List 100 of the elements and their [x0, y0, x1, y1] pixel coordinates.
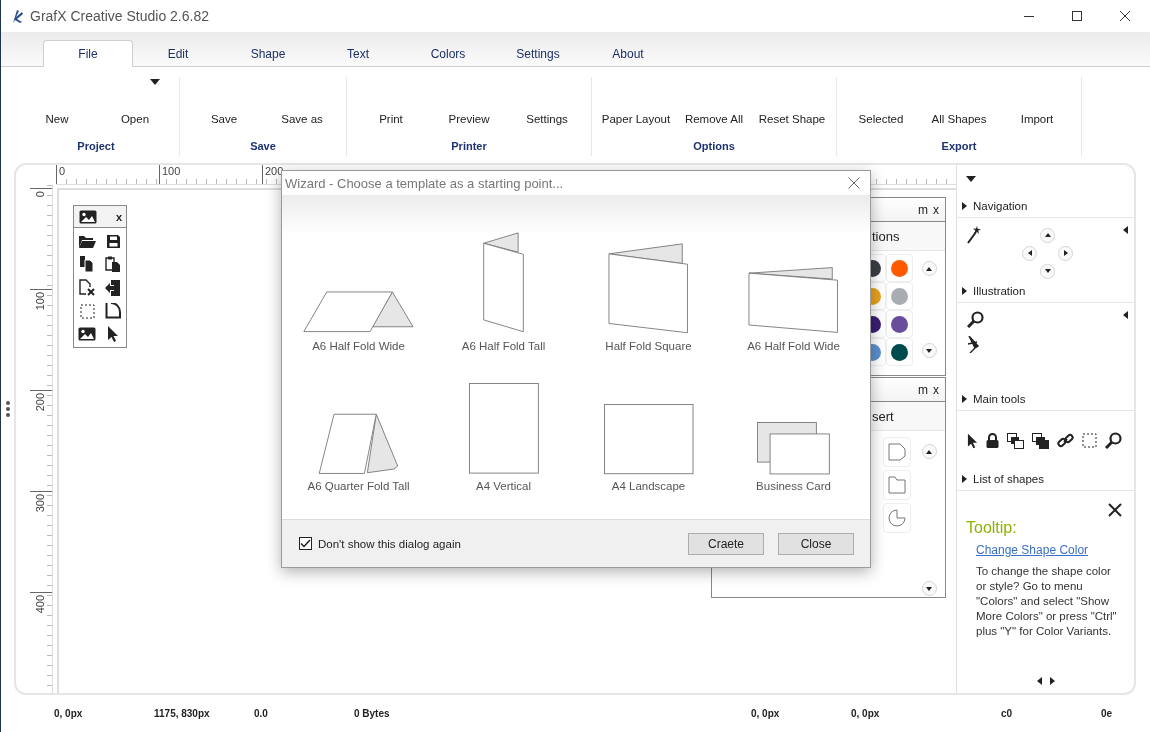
grip-icon[interactable] [5, 401, 10, 417]
template-option[interactable]: A6 Half Fold Wide [286, 217, 431, 357]
expand-arrow-icon[interactable] [962, 475, 967, 483]
pan-left-button[interactable] [1022, 245, 1037, 261]
template-option[interactable]: A6 Half Fold Wide [721, 217, 866, 357]
menu-tab[interactable]: Settings [493, 40, 583, 67]
left-arrow-icon [1027, 250, 1032, 256]
menu-tab[interactable]: Edit [133, 40, 223, 67]
send-to-back-icon[interactable] [1032, 432, 1049, 449]
template-option[interactable]: Half Fold Square [576, 217, 721, 357]
maximize-icon[interactable] [1071, 10, 1083, 22]
import-icon[interactable] [105, 279, 121, 296]
cursor-icon[interactable] [967, 432, 978, 449]
close-icon[interactable] [1119, 10, 1131, 22]
menu-tab[interactable]: Colors [403, 40, 493, 67]
panel-button[interactable]: m [918, 198, 928, 221]
ribbon-button[interactable]: Preview [430, 77, 508, 133]
section-title[interactable]: Illustration [973, 285, 1026, 297]
ribbon-button[interactable]: Reset Shape [753, 77, 831, 133]
ribbon-button[interactable]: Paper Layout [597, 77, 675, 133]
collapse-arrow-icon[interactable] [1123, 226, 1128, 234]
shape-button[interactable] [883, 503, 911, 533]
dashed-square-icon[interactable] [79, 303, 95, 319]
menu-tab[interactable]: About [583, 40, 673, 67]
ribbon-button[interactable]: All Shapes [920, 77, 998, 133]
expand-arrow-icon[interactable] [962, 202, 967, 210]
template-option[interactable]: A4 Landscape [576, 357, 721, 497]
template-option[interactable]: A6 Half Fold Tall [431, 217, 576, 357]
template-option[interactable]: A4 Vertical [431, 357, 576, 497]
panel-button[interactable]: x [933, 378, 939, 401]
image-icon[interactable] [79, 209, 97, 224]
menu-tab[interactable]: File [43, 40, 133, 67]
color-swatch[interactable] [886, 338, 913, 366]
panel-button[interactable]: x [115, 210, 122, 223]
section-title[interactable]: Navigation [973, 200, 1028, 212]
group-label: Export [941, 140, 977, 154]
previous-icon[interactable] [1037, 677, 1042, 685]
pan-down-button[interactable] [1040, 263, 1055, 279]
magnifier-icon[interactable] [1105, 432, 1122, 449]
scroll-down-button[interactable] [921, 581, 937, 596]
dialog-button[interactable]: Craete [688, 532, 764, 555]
magic-wand-icon[interactable] [967, 226, 981, 244]
section-title[interactable]: List of shapes [973, 473, 1044, 485]
scroll-down-button[interactable] [921, 343, 937, 358]
magnifier-icon[interactable] [967, 311, 984, 328]
close-icon[interactable] [1108, 503, 1122, 517]
ruler-label: 100 [34, 292, 46, 311]
pan-right-button[interactable] [1058, 245, 1073, 261]
ruler-label: 400 [34, 595, 46, 614]
ribbon-button[interactable]: Remove All [675, 77, 753, 133]
caret-icon[interactable] [150, 79, 160, 85]
lock-icon[interactable] [986, 433, 999, 448]
menu-tab[interactable]: Text [313, 40, 403, 67]
color-swatch[interactable] [886, 282, 913, 310]
copy-icon[interactable] [79, 256, 95, 272]
ribbon-button[interactable]: Save as [263, 77, 341, 133]
ribbon-button[interactable]: Open [96, 77, 174, 133]
template-option[interactable]: A6 Quarter Fold Tall [286, 357, 431, 497]
pen-icon[interactable] [967, 336, 979, 353]
check-icon [300, 539, 311, 548]
expand-arrow-icon[interactable] [962, 287, 967, 295]
tag-shape-icon [888, 443, 906, 461]
template-option[interactable]: Business Card [721, 357, 866, 497]
ribbon-button[interactable]: Save [185, 77, 263, 133]
dialog-button[interactable]: Close [778, 532, 854, 555]
dashed-square-icon[interactable] [1082, 433, 1097, 448]
paste-icon[interactable] [105, 256, 121, 272]
image-icon[interactable] [78, 327, 96, 341]
menu-tab[interactable]: Shape [223, 40, 313, 67]
section-title[interactable]: Main tools [973, 393, 1026, 405]
scroll-up-button[interactable] [921, 261, 937, 276]
help-link[interactable]: Change Shape Color [976, 543, 1089, 557]
pan-up-button[interactable] [1040, 227, 1055, 243]
collapse-arrow-icon[interactable] [1123, 311, 1128, 319]
color-swatch[interactable] [886, 254, 913, 282]
caret-icon[interactable] [966, 176, 976, 182]
link-icon[interactable] [1057, 432, 1074, 449]
right-arrow-icon [1063, 250, 1068, 256]
up-arrow-icon [1044, 233, 1051, 237]
folder-shape-icon [888, 476, 906, 494]
panel-button[interactable]: x [933, 198, 939, 221]
next-icon[interactable] [1050, 677, 1055, 685]
ribbon-button[interactable]: New [18, 77, 96, 133]
status-text: c0 [1001, 708, 1014, 719]
ribbon-button[interactable]: Import [998, 77, 1076, 133]
corner-icon[interactable] [105, 303, 121, 319]
checkbox-box[interactable] [299, 537, 312, 550]
delete-file-icon[interactable] [78, 279, 96, 296]
bring-to-front-icon[interactable] [1007, 432, 1024, 449]
ribbon-button[interactable]: Print [352, 77, 430, 133]
scroll-up-button[interactable] [921, 444, 937, 459]
status-text: 1175, 830px [154, 708, 211, 719]
panel-button[interactable]: m [918, 378, 928, 401]
expand-arrow-icon[interactable] [962, 395, 967, 403]
color-swatch[interactable] [886, 310, 913, 338]
folder-icon[interactable] [78, 234, 96, 249]
cursor-icon[interactable] [107, 326, 119, 342]
ribbon-button[interactable]: Selected [842, 77, 920, 133]
status-text: 0 Bytes [354, 708, 391, 719]
ribbon-button[interactable]: Settings [508, 77, 586, 133]
